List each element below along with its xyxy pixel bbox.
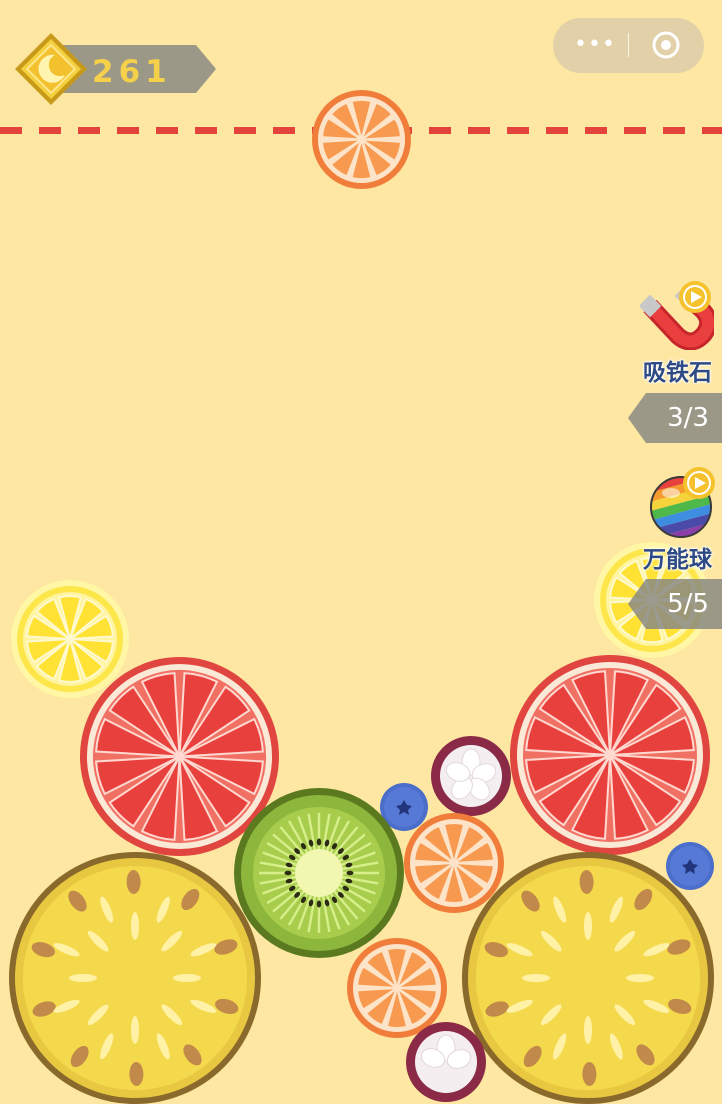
fruit-mangosteen bbox=[406, 1022, 486, 1102]
powerup-rainbow-ball[interactable]: 万能球 5/5 bbox=[626, 462, 722, 632]
more-dots-icon[interactable]: ••• bbox=[570, 24, 620, 66]
next-fruit-orange[interactable] bbox=[312, 90, 411, 189]
score-value: 261 bbox=[92, 54, 172, 90]
powerup-magnet-label: 吸铁石 bbox=[643, 360, 712, 386]
fruit-mangosteen bbox=[431, 736, 511, 816]
play-video-icon bbox=[679, 281, 711, 313]
fruit-grapefruit bbox=[510, 655, 710, 855]
powerup-magnet[interactable]: 吸铁石 3/3 bbox=[626, 276, 722, 446]
powerup-magnet-count: 3/3 bbox=[667, 403, 709, 433]
moon-coin-icon bbox=[15, 33, 87, 105]
fruit-pineapple bbox=[9, 852, 261, 1104]
play-video-icon bbox=[683, 467, 715, 499]
target-circle-icon[interactable] bbox=[651, 30, 681, 60]
fruit-pineapple bbox=[462, 852, 714, 1104]
powerup-rainbow-count: 5/5 bbox=[667, 589, 709, 619]
capsule-divider bbox=[628, 33, 629, 57]
powerup-rainbow-label: 万能球 bbox=[643, 547, 712, 573]
